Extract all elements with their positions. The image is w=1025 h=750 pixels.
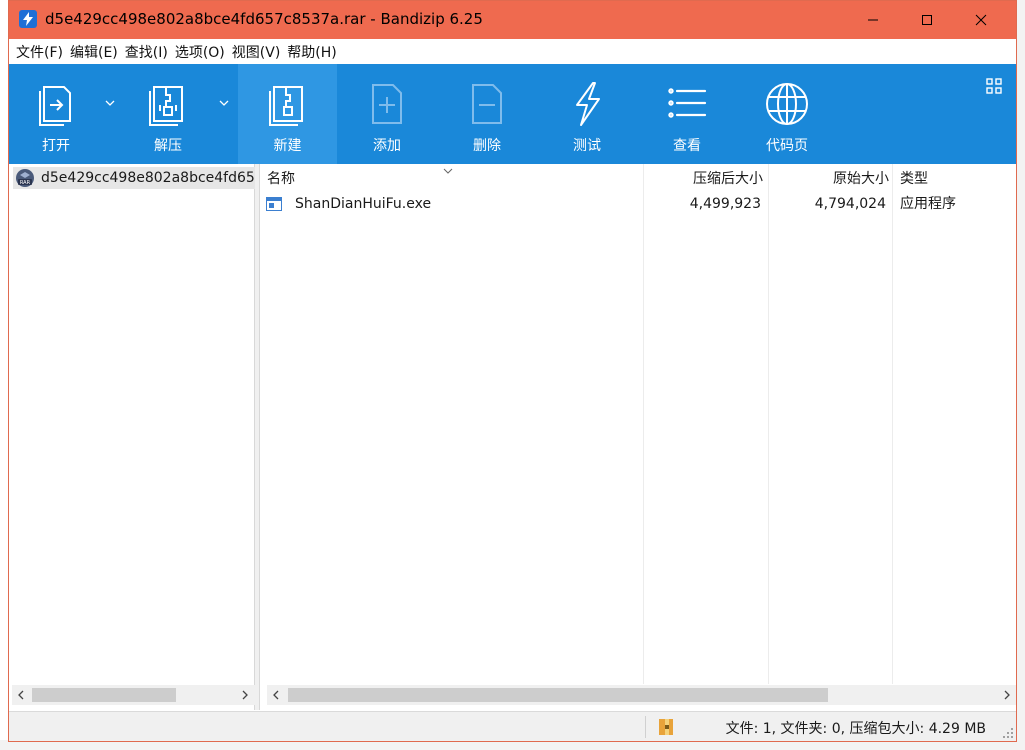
rar-archive-icon: RAR [16, 169, 34, 187]
archive-book-icon [659, 719, 673, 735]
add-button[interactable]: 添加 [349, 64, 425, 164]
lightning-icon [563, 80, 611, 128]
open-button[interactable]: 打开 [19, 64, 93, 164]
file-compressed-size: 4,499,923 [689, 196, 761, 212]
window-title: d5e429cc498e802a8bce4fd657c8537a.rar - B… [45, 10, 483, 28]
column-header: 名称 压缩后大小 原始大小 类型 [261, 164, 1016, 192]
sort-chevron-down-icon[interactable] [443, 164, 453, 179]
open-icon [32, 80, 80, 128]
new-label: 新建 [273, 138, 302, 154]
minimize-button[interactable] [850, 1, 896, 39]
scroll-right-arrow-icon[interactable] [998, 685, 1016, 705]
delete-label: 删除 [473, 138, 501, 154]
file-type: 应用程序 [900, 196, 956, 212]
list-horizontal-scrollbar[interactable] [267, 685, 1016, 705]
test-button[interactable]: 测试 [549, 64, 625, 164]
toolbar: 打开 解压 新建 添加 删除 测试 查看 代码页 [9, 64, 1016, 164]
test-label: 测试 [573, 138, 601, 154]
resize-grip-icon[interactable] [1002, 727, 1014, 739]
status-divider [645, 716, 646, 738]
table-row[interactable]: ShanDianHuiFu.exe 4,499,923 4,794,024 应用… [261, 193, 1016, 215]
column-divider [892, 164, 893, 684]
add-file-icon [363, 80, 411, 128]
extract-button[interactable]: 解压 [131, 64, 205, 164]
codepage-button[interactable]: 代码页 [749, 64, 825, 164]
close-button[interactable] [958, 1, 1004, 39]
column-original-size[interactable]: 原始大小 [771, 164, 889, 192]
menu-view[interactable]: 视图(V) [231, 42, 287, 62]
folder-tree-pane[interactable]: RAR d5e429cc498e802a8bce4fd657c8537a.rar [11, 164, 256, 710]
scroll-thumb[interactable] [288, 688, 828, 702]
file-list-pane[interactable]: 名称 压缩后大小 原始大小 类型 ShanDianHuiFu.exe 4,499… [261, 164, 1016, 710]
column-divider [768, 164, 769, 684]
title-bar[interactable]: d5e429cc498e802a8bce4fd657c8537a.rar - B… [9, 1, 1016, 39]
menu-help[interactable]: 帮助(H) [286, 42, 342, 62]
file-original-size: 4,794,024 [814, 196, 886, 212]
pane-splitter[interactable] [255, 164, 260, 710]
column-compressed-size[interactable]: 压缩后大小 [641, 164, 763, 192]
open-dropdown-chevron-icon[interactable] [103, 96, 117, 110]
scroll-right-arrow-icon[interactable] [236, 685, 254, 705]
column-divider [643, 164, 644, 684]
exe-file-icon [266, 197, 282, 211]
tree-horizontal-scrollbar[interactable] [12, 685, 256, 705]
maximize-button[interactable] [904, 1, 950, 39]
list-view-icon [663, 80, 711, 128]
scroll-left-arrow-icon[interactable] [267, 685, 285, 705]
tree-item-archive[interactable]: RAR d5e429cc498e802a8bce4fd657c8537a.rar [13, 167, 255, 189]
menu-edit[interactable]: 编辑(E) [69, 42, 124, 62]
menu-bar: 文件(F) 编辑(E) 查找(I) 选项(O) 视图(V) 帮助(H) [9, 39, 1016, 64]
view-label: 查看 [673, 138, 701, 154]
add-label: 添加 [373, 138, 401, 154]
menu-options[interactable]: 选项(O) [174, 42, 231, 62]
open-label: 打开 [42, 138, 70, 154]
column-name[interactable]: 名称 [267, 164, 295, 192]
delete-button[interactable]: 删除 [449, 64, 525, 164]
menu-file[interactable]: 文件(F) [15, 42, 69, 62]
tree-archive-name: d5e429cc498e802a8bce4fd657c8537a.rar [41, 170, 255, 186]
file-name: ShanDianHuiFu.exe [295, 196, 432, 212]
scroll-thumb[interactable] [32, 688, 176, 702]
new-archive-icon [264, 80, 312, 128]
extract-icon [144, 80, 192, 128]
column-type[interactable]: 类型 [900, 164, 928, 192]
view-button[interactable]: 查看 [649, 64, 725, 164]
delete-file-icon [463, 80, 511, 128]
background-window-edge [1016, 0, 1025, 750]
status-bar: 文件: 1, 文件夹: 0, 压缩包大小: 4.29 MB [9, 711, 1016, 741]
bandizip-app-icon[interactable] [19, 10, 37, 28]
globe-icon [763, 80, 811, 128]
menu-find[interactable]: 查找(I) [124, 42, 174, 62]
layout-toggle-icon[interactable] [986, 78, 1002, 94]
extract-label: 解压 [154, 138, 182, 154]
new-button[interactable]: 新建 [238, 64, 337, 164]
codepage-label: 代码页 [766, 138, 808, 154]
status-summary: 文件: 1, 文件夹: 0, 压缩包大小: 4.29 MB [725, 721, 986, 737]
rar-icon-text: RAR [20, 180, 31, 186]
bandizip-window: d5e429cc498e802a8bce4fd657c8537a.rar - B… [8, 0, 1017, 742]
extract-dropdown-chevron-icon[interactable] [217, 96, 231, 110]
scroll-left-arrow-icon[interactable] [12, 685, 30, 705]
